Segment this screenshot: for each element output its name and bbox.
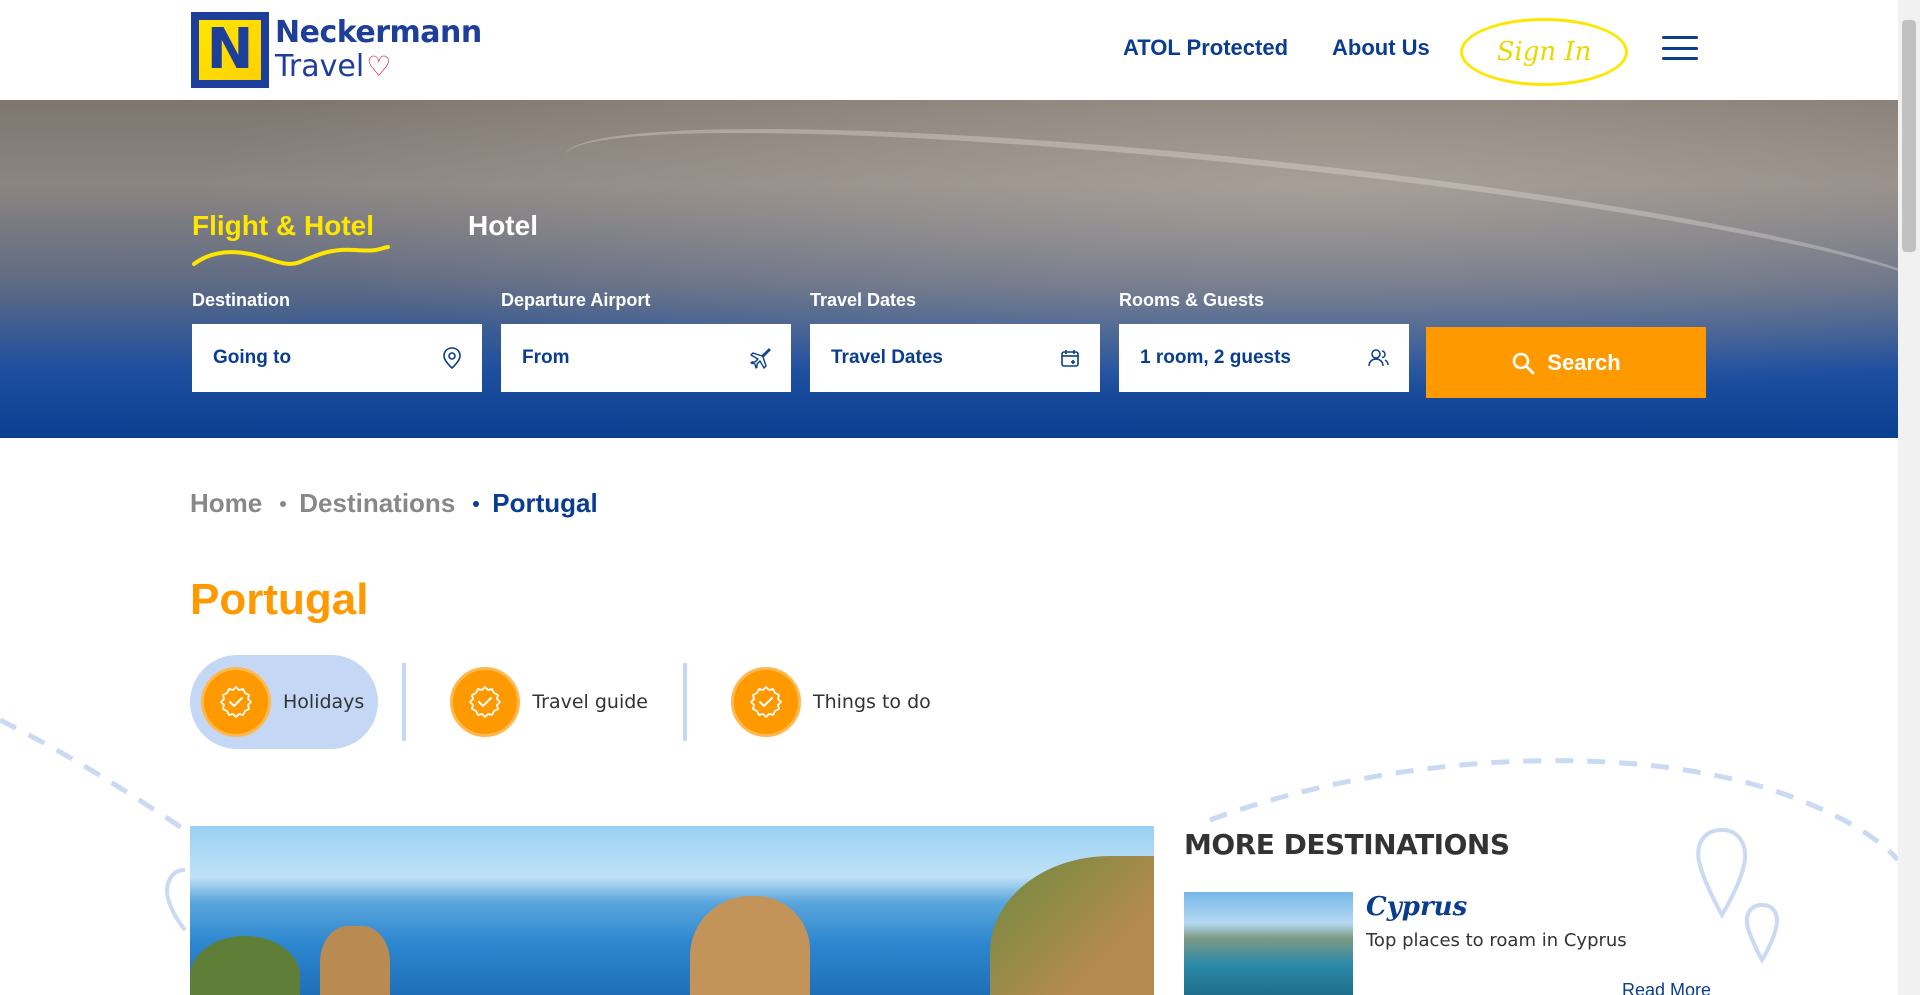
page-title: Portugal xyxy=(190,575,369,624)
breadcrumb-destinations[interactable]: Destinations xyxy=(299,488,455,519)
plane-icon xyxy=(750,348,771,369)
logo-line-2: Travel xyxy=(275,49,365,84)
page-scrollbar[interactable] xyxy=(1898,0,1920,995)
site-header: N Neckermann Travel ♡ ATOL Protected Abou… xyxy=(0,0,1898,100)
more-destinations-title: MORE DESTINATIONS xyxy=(1184,828,1510,861)
hero-search-panel: Flight & Hotel Hotel Destination Going t… xyxy=(0,100,1898,438)
rooms-guests-input[interactable]: 1 room, 2 guests xyxy=(1119,324,1409,392)
breadcrumb: Home Destinations Portugal xyxy=(190,488,598,519)
calendar-icon xyxy=(1061,350,1079,367)
squiggle-underline-icon xyxy=(192,245,390,266)
destination-input[interactable]: Going to xyxy=(192,324,482,392)
rooms-guests-label: Rooms & Guests xyxy=(1119,290,1265,310)
guests-icon xyxy=(1368,349,1389,367)
hamburger-menu-icon[interactable] xyxy=(1662,36,1698,60)
nav-about-us[interactable]: About Us xyxy=(1332,35,1430,61)
travel-dates-label: Travel Dates xyxy=(810,290,917,310)
tab-flight-hotel[interactable]: Flight & Hotel xyxy=(192,210,390,266)
logo-line-1: Neckermann xyxy=(275,15,482,50)
badge-check-icon xyxy=(730,667,801,737)
destination-name: Cyprus xyxy=(1366,892,1468,922)
search-fields: Destination Going to Departure Airport F… xyxy=(192,290,1428,392)
tab-hotel[interactable]: Hotel xyxy=(468,210,538,242)
departure-label: Departure Airport xyxy=(501,290,651,310)
search-icon xyxy=(1512,352,1535,374)
badge-check-icon xyxy=(201,667,271,737)
badge-check-icon xyxy=(450,667,521,737)
destination-label: Destination xyxy=(192,290,291,310)
cyprus-thumbnail xyxy=(1184,892,1353,995)
nav-atol-protected[interactable]: ATOL Protected xyxy=(1123,35,1288,61)
pill-travel-guide[interactable]: Travel guide xyxy=(450,655,648,749)
breadcrumb-portugal[interactable]: Portugal xyxy=(492,488,597,519)
departure-airport-input[interactable]: From xyxy=(501,324,791,392)
search-button[interactable]: Search xyxy=(1426,327,1706,398)
destination-card-cyprus[interactable]: Cyprus Top places to roam in Cyprus Read… xyxy=(1184,892,1711,995)
brand-logo[interactable]: N Neckermann Travel ♡ xyxy=(191,12,482,88)
logo-mark-icon: N xyxy=(191,12,269,88)
pill-things-to-do[interactable]: Things to do xyxy=(730,655,931,749)
travel-dates-input[interactable]: Travel Dates xyxy=(810,324,1100,392)
location-pin-icon xyxy=(443,347,461,369)
sign-in-button[interactable]: Sign In xyxy=(1460,18,1628,86)
scrollbar-thumb[interactable] xyxy=(1902,20,1916,252)
read-more-link[interactable]: Read More xyxy=(1622,980,1711,995)
breadcrumb-home[interactable]: Home xyxy=(190,488,262,519)
portugal-coast-photo xyxy=(190,826,1154,995)
search-tabs: Flight & Hotel Hotel xyxy=(192,210,538,266)
heart-icon: ♡ xyxy=(366,50,392,83)
destination-description: Top places to roam in Cyprus xyxy=(1366,930,1627,951)
pill-holidays[interactable]: Holidays xyxy=(190,655,379,749)
section-pills: Holidays Travel guide Things to do xyxy=(190,655,931,749)
